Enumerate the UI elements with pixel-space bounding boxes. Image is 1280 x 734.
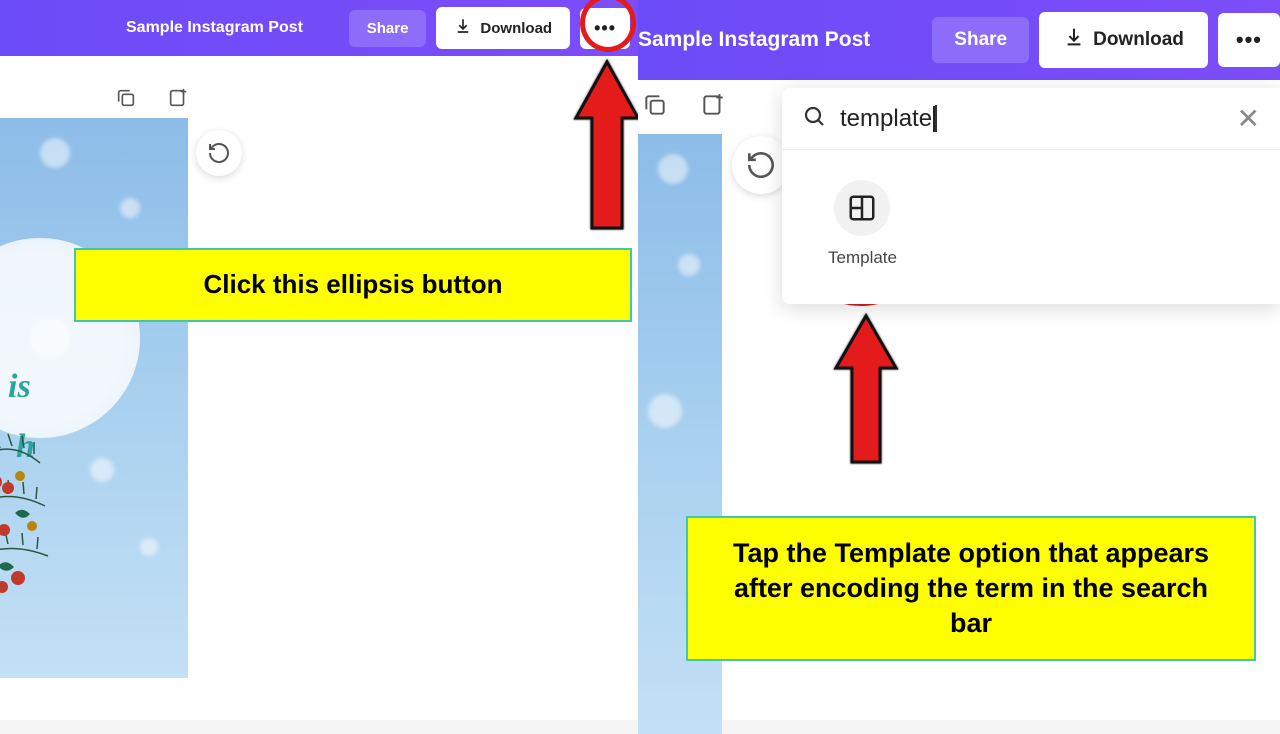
- download-button[interactable]: Download: [436, 7, 570, 49]
- search-result-label: Template: [828, 248, 897, 268]
- search-input[interactable]: template: [840, 105, 1223, 133]
- top-toolbar: Sample Instagram Post Share Download •••: [0, 0, 638, 56]
- more-options-button[interactable]: •••: [1218, 13, 1280, 67]
- search-result-template[interactable]: Template: [810, 172, 915, 276]
- download-button-label: Download: [480, 20, 552, 37]
- more-options-button[interactable]: •••: [580, 8, 630, 49]
- share-button[interactable]: Share: [349, 10, 427, 47]
- download-icon: [454, 17, 472, 39]
- search-panel: template ✕ Template: [782, 88, 1280, 304]
- share-button[interactable]: Share: [932, 17, 1029, 63]
- animate-button[interactable]: [196, 130, 242, 176]
- editor-workspace: is h: [0, 56, 638, 720]
- search-icon: [802, 104, 826, 133]
- annotation-callout-text: Click this ellipsis button: [203, 269, 502, 299]
- document-title[interactable]: Sample Instagram Post: [638, 28, 870, 52]
- annotation-callout: Tap the Template option that appears aft…: [686, 516, 1256, 661]
- add-page-icon[interactable]: [696, 88, 730, 122]
- design-canvas[interactable]: is h: [0, 118, 188, 678]
- download-button-label: Download: [1093, 29, 1184, 51]
- canvas-toolbar: [112, 84, 192, 112]
- canvas-toolbar: [638, 88, 730, 122]
- add-page-icon[interactable]: [164, 84, 192, 112]
- wreath-graphic: [0, 398, 160, 598]
- annotation-callout-text: Tap the Template option that appears aft…: [733, 538, 1209, 638]
- download-icon: [1063, 26, 1085, 54]
- duplicate-icon[interactable]: [638, 88, 672, 122]
- duplicate-icon[interactable]: [112, 84, 140, 112]
- annotation-callout: Click this ellipsis button: [74, 248, 632, 322]
- download-button[interactable]: Download: [1039, 12, 1208, 68]
- top-toolbar: Sample Instagram Post Share Download •••: [638, 0, 1280, 80]
- template-icon: [834, 180, 890, 236]
- document-title[interactable]: Sample Instagram Post: [126, 19, 303, 37]
- clear-search-icon[interactable]: ✕: [1237, 102, 1260, 135]
